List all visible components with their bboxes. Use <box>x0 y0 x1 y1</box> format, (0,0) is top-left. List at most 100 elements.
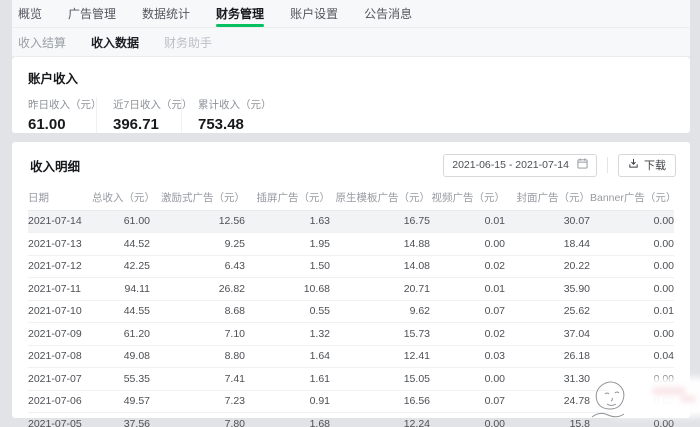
table-row[interactable]: 2021-07-0755.357.411.6115.050.0031.300.0… <box>28 368 674 391</box>
value-cell: 42.25 <box>92 255 150 278</box>
calendar-icon <box>577 158 588 172</box>
value-cell: 9.25 <box>150 233 245 256</box>
table-header-row: 日期总收入（元）激励式广告（元）插屏广告（元）原生模板广告（元）视频广告（元）封… <box>28 186 674 210</box>
column-header: 日期 <box>28 186 92 210</box>
subnav-item-1[interactable]: 收入结算 <box>18 34 66 51</box>
table-row[interactable]: 2021-07-0961.207.101.3215.730.0237.040.0… <box>28 323 674 346</box>
value-cell: 1.95 <box>245 233 330 256</box>
value-cell: 61.00 <box>92 210 150 233</box>
value-cell: 0.00 <box>430 368 505 391</box>
date-cell: 2021-07-12 <box>28 255 92 278</box>
download-label: 下载 <box>644 157 666 173</box>
column-header: 激励式广告（元） <box>150 186 245 210</box>
value-cell: 7.41 <box>150 368 245 391</box>
date-cell: 2021-07-05 <box>28 413 92 427</box>
nav-item-2[interactable]: 广告管理 <box>68 0 116 27</box>
nav-item-4[interactable]: 财务管理 <box>216 0 264 27</box>
value-cell: 14.08 <box>330 255 430 278</box>
value-cell: 1.64 <box>245 345 330 368</box>
income-table-body: 2021-07-1461.0012.561.6316.750.0130.070.… <box>28 210 674 427</box>
column-header: 总收入（元） <box>92 186 150 210</box>
table-row[interactable]: 2021-07-0649.577.230.9116.560.0724.780.0… <box>28 390 674 413</box>
page-frame: 概览广告管理数据统计财务管理账户设置公告消息 收入结算 收入数据 财务助手 账户收入… <box>12 0 690 427</box>
date-cell: 2021-07-06 <box>28 390 92 413</box>
income-stat: 近7日收入（元） 396.71 <box>96 97 181 133</box>
account-income-stats: 昨日收入（元）61.00 近7日收入（元） 396.71 累计收入（元）753.48 <box>12 97 690 133</box>
value-cell: 16.56 <box>330 390 430 413</box>
value-cell: 1.68 <box>245 413 330 427</box>
value-cell: 12.56 <box>150 210 245 233</box>
value-cell: 1.61 <box>245 368 330 391</box>
nav-item-3[interactable]: 数据统计 <box>142 0 190 27</box>
value-cell: 1.32 <box>245 323 330 346</box>
value-cell: 12.24 <box>330 413 430 427</box>
top-navigation: 概览广告管理数据统计财务管理账户设置公告消息 <box>12 0 690 28</box>
column-header: 原生模板广告（元） <box>330 186 430 210</box>
download-icon <box>628 158 639 172</box>
table-row[interactable]: 2021-07-1194.1126.8210.6820.710.0135.900… <box>28 278 674 301</box>
value-cell: 1.50 <box>245 255 330 278</box>
value-cell: 0.01 <box>430 210 505 233</box>
value-cell: 9.62 <box>330 300 430 323</box>
value-cell: 15.73 <box>330 323 430 346</box>
table-row[interactable]: 2021-07-0537.567.801.6812.240.0015.80.00 <box>28 413 674 427</box>
stat-value: 753.48 <box>198 116 272 133</box>
value-cell: 0.00 <box>430 233 505 256</box>
value-cell: 44.55 <box>92 300 150 323</box>
date-range-picker[interactable]: 2021-06-15 - 2021-07-14 <box>443 154 597 177</box>
nav-item-1[interactable]: 概览 <box>18 0 42 27</box>
table-row[interactable]: 2021-07-1344.529.251.9514.880.0018.440.0… <box>28 233 674 256</box>
value-cell: 15.8 <box>505 413 590 427</box>
value-cell: 0.02 <box>430 323 505 346</box>
value-cell: 0.00 <box>590 413 674 427</box>
subnav-item-2[interactable]: 收入数据 <box>91 34 139 51</box>
nav-item-5[interactable]: 账户设置 <box>290 0 338 27</box>
value-cell: 0.01 <box>590 300 674 323</box>
column-header: 插屏广告（元） <box>245 186 330 210</box>
table-row[interactable]: 2021-07-1461.0012.561.6316.750.0130.070.… <box>28 210 674 233</box>
table-row[interactable]: 2021-07-1044.558.680.559.620.0725.620.01 <box>28 300 674 323</box>
date-cell: 2021-07-13 <box>28 233 92 256</box>
income-stat: 昨日收入（元）61.00 <box>12 97 96 133</box>
download-button[interactable]: 下载 <box>618 154 676 177</box>
stat-label: 近7日收入（元） <box>113 97 165 112</box>
value-cell: 0.02 <box>430 255 505 278</box>
value-cell: 24.78 <box>505 390 590 413</box>
value-cell: 26.82 <box>150 278 245 301</box>
value-cell: 1.63 <box>245 210 330 233</box>
subnav-item-3[interactable]: 财务助手 <box>164 34 212 51</box>
date-cell: 2021-07-14 <box>28 210 92 233</box>
column-header: 封面广告（元） <box>505 186 590 210</box>
account-income-title: 账户收入 <box>12 68 690 87</box>
income-detail-title: 收入明细 <box>28 156 80 175</box>
value-cell: 0.00 <box>430 413 505 427</box>
value-cell: 0.00 <box>590 255 674 278</box>
stat-value: 61.00 <box>28 116 80 133</box>
value-cell: 0.00 <box>590 278 674 301</box>
value-cell: 0.00 <box>590 210 674 233</box>
value-cell: 0.07 <box>430 390 505 413</box>
sub-navigation: 收入结算 收入数据 财务助手 <box>12 28 690 57</box>
value-cell: 7.10 <box>150 323 245 346</box>
income-table: 日期总收入（元）激励式广告（元）插屏广告（元）原生模板广告（元）视频广告（元）封… <box>28 186 674 427</box>
table-row[interactable]: 2021-07-1242.256.431.5014.080.0220.220.0… <box>28 255 674 278</box>
value-cell: 37.56 <box>92 413 150 427</box>
date-cell: 2021-07-11 <box>28 278 92 301</box>
value-cell: 44.52 <box>92 233 150 256</box>
value-cell: 35.90 <box>505 278 590 301</box>
value-cell: 25.62 <box>505 300 590 323</box>
column-header: 视频广告（元） <box>430 186 505 210</box>
stat-value: 396.71 <box>113 116 165 133</box>
nav-item-6[interactable]: 公告消息 <box>364 0 412 27</box>
value-cell: 0.07 <box>430 300 505 323</box>
income-detail-card: 收入明细 2021-06-15 - 2021-07-14 <box>12 142 690 418</box>
value-cell: 18.44 <box>505 233 590 256</box>
income-stat: 累计收入（元）753.48 <box>181 97 288 133</box>
table-row[interactable]: 2021-07-0849.088.801.6412.410.0326.180.0… <box>28 345 674 368</box>
date-cell: 2021-07-08 <box>28 345 92 368</box>
date-cell: 2021-07-07 <box>28 368 92 391</box>
value-cell: 0.00 <box>590 323 674 346</box>
date-cell: 2021-07-10 <box>28 300 92 323</box>
value-cell: 49.57 <box>92 390 150 413</box>
value-cell: 20.71 <box>330 278 430 301</box>
